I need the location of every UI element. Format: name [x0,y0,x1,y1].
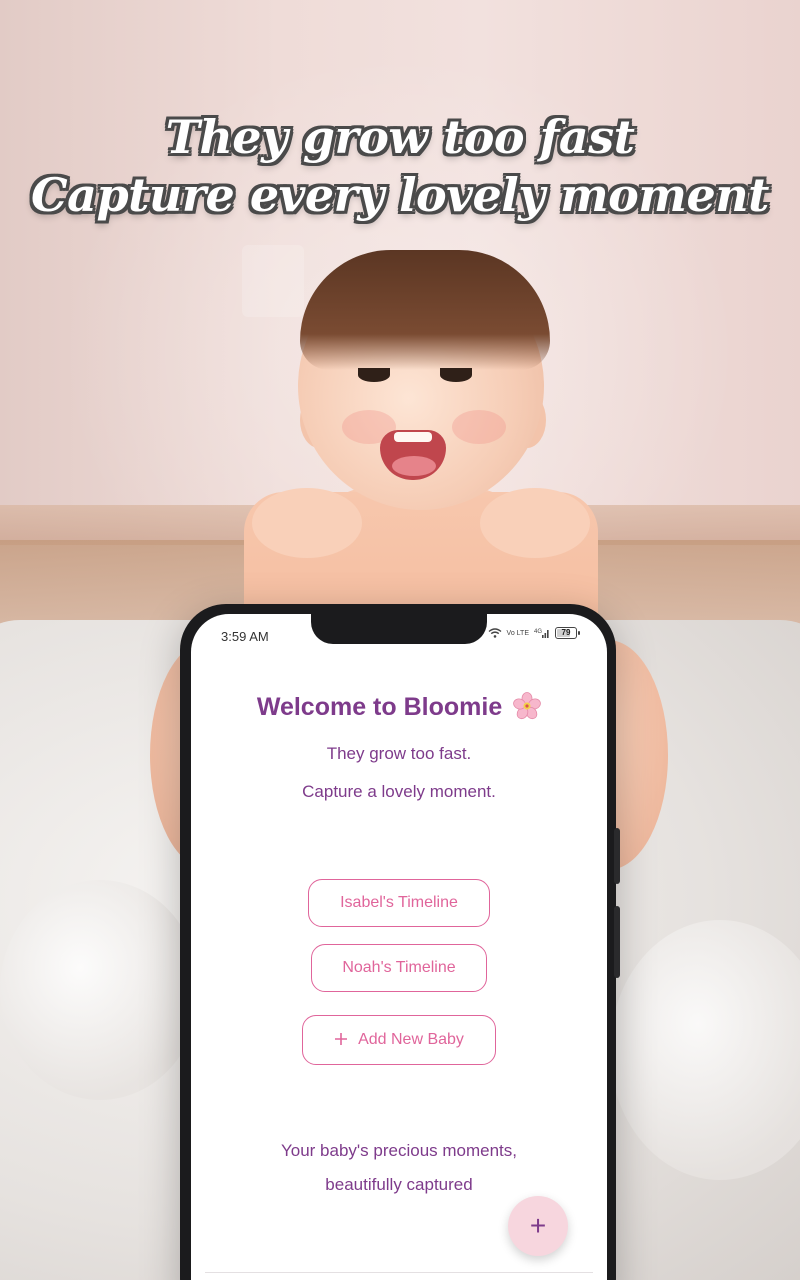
baby-hair [300,250,550,370]
headline-line-2: Capture every lovely moment [31,168,769,222]
battery-level: 79 [561,628,571,637]
noah-timeline-label: Noah's Timeline [342,959,456,976]
baby-teeth [394,432,432,442]
welcome-title: Welcome to Bloomie [191,692,607,727]
app-screen: 3:59 AM Vo LTE 4G 79 Welcome to Bloomie … [191,614,607,1280]
isabel-timeline-button[interactable]: Isabel's Timeline [308,879,490,927]
promo-headline: They grow too fast Capture every lovely … [0,108,800,224]
headline-line-1: They grow too fast [165,110,635,164]
wall-plate [242,245,304,317]
promo-canvas: They grow too fast Capture every lovely … [0,0,800,1280]
svg-text:4G: 4G [534,629,542,635]
phone-notch [311,614,487,644]
plus-icon [334,1032,348,1048]
baby-cheek-right [452,410,506,444]
bottom-divider [205,1272,593,1273]
isabel-timeline-label: Isabel's Timeline [340,894,458,911]
dress-frill-right [480,488,590,558]
blanket-fold-left [0,880,200,1100]
status-time: 3:59 AM [221,629,269,644]
footer-line-2: beautifully captured [325,1175,473,1194]
baby-eye-left [358,368,390,382]
noah-timeline-button[interactable]: Noah's Timeline [311,944,487,992]
volte-icon: Vo LTE [506,629,529,637]
add-new-baby-button[interactable]: Add New Baby [302,1015,496,1065]
add-fab-button[interactable]: + [508,1196,568,1256]
footer-line-1: Your baby's precious moments, [280,1141,518,1160]
tagline-line-1: They grow too fast. [326,744,472,763]
phone-volume-button [614,828,620,884]
baby-tongue [392,456,436,476]
fab-plus-icon: + [529,1210,547,1241]
tagline-line-2: Capture a lovely moment. [302,782,496,801]
status-icons: Vo LTE 4G 79 [488,627,580,639]
cherry-blossom-icon [513,692,541,727]
wifi-icon [488,628,502,638]
signal-icon: 4G [534,628,550,639]
add-new-baby-label: Add New Baby [358,1031,464,1048]
phone-power-button [614,906,620,978]
welcome-title-text: Welcome to Bloomie [256,693,503,721]
dress-frill-left [252,488,362,558]
baby-eye-right [440,368,472,382]
battery-icon: 79 [555,627,580,639]
